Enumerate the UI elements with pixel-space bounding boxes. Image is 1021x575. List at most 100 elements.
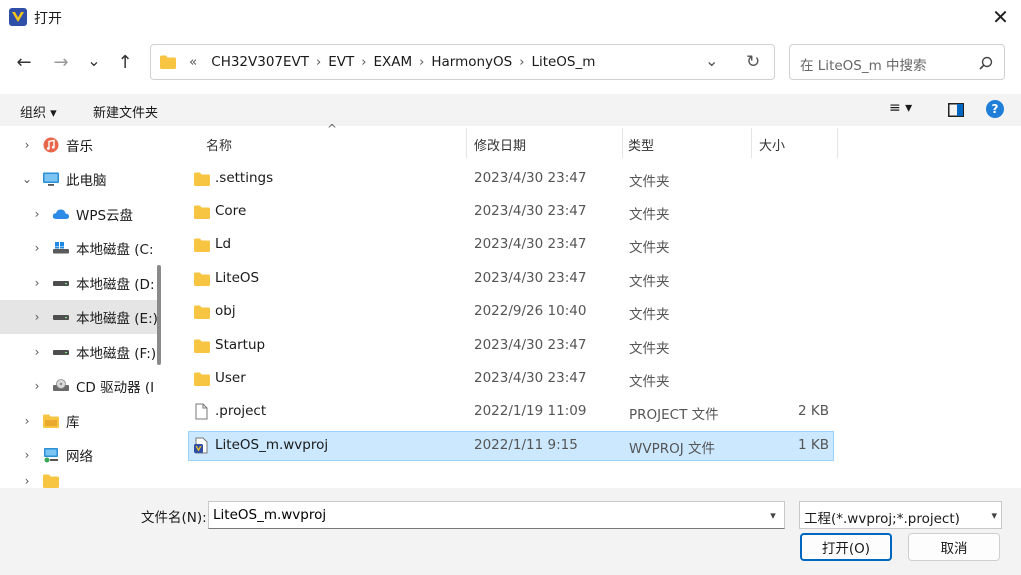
chevron-right-icon[interactable]: ›	[30, 345, 44, 359]
filename-history-chevron-icon[interactable]: ▾	[762, 502, 784, 528]
document-icon	[195, 403, 208, 420]
view-options-button[interactable]: ≡ ▾	[889, 100, 912, 116]
file-type-filter-value: 工程(*.wvproj;*.project)	[804, 511, 960, 527]
column-divider[interactable]	[837, 128, 838, 158]
sidebar-scrollbar[interactable]	[157, 265, 161, 365]
sidebar-item-drive-f[interactable]: › 本地磁盘 (F:)	[0, 335, 160, 369]
file-row[interactable]: Core 2023/4/30 23:47 文件夹	[188, 197, 834, 227]
file-date: 2023/4/30 23:47	[474, 270, 587, 286]
column-divider[interactable]	[622, 128, 623, 158]
sidebar-item-label: WPS云盘	[76, 208, 134, 224]
chevron-right-icon[interactable]: ›	[20, 448, 34, 462]
sidebar-item-music[interactable]: › 音乐	[0, 128, 160, 162]
file-type-filter[interactable]: 工程(*.wvproj;*.project) ▾	[799, 501, 1002, 529]
file-type: 文件夹	[629, 207, 670, 223]
up-arrow-icon: ↑	[117, 51, 133, 73]
sort-ascending-icon: ^	[327, 122, 338, 136]
file-row[interactable]: User 2023/4/30 23:47 文件夹	[188, 364, 834, 394]
sidebar-item-this-pc[interactable]: ⌄ 此电脑	[0, 162, 160, 196]
search-icon[interactable]	[979, 56, 993, 70]
file-row[interactable]: LiteOS 2023/4/30 23:47 文件夹	[188, 264, 834, 294]
address-bar[interactable]: « CH32V307EVT › EVT › EXAM › HarmonyOS ›…	[150, 44, 775, 80]
cancel-button[interactable]: 取消	[908, 533, 1000, 561]
chevron-right-icon[interactable]: ›	[20, 414, 34, 428]
back-arrow-icon: ←	[16, 51, 32, 73]
sidebar-item-drive-e[interactable]: › 本地磁盘 (E:)	[0, 300, 160, 334]
folder-icon	[43, 474, 59, 488]
close-button[interactable]: ✕	[980, 0, 1021, 34]
forward-button[interactable]: →	[47, 48, 75, 76]
file-list: ^ 名称 修改日期 类型 大小 .settings 2023/4/30 23:4…	[170, 122, 1021, 488]
search-box[interactable]: 在 LiteOS_m 中搜索	[789, 44, 1005, 80]
file-name: Core	[215, 203, 247, 219]
chevron-right-icon[interactable]: ›	[30, 241, 44, 255]
breadcrumb-item-current[interactable]: LiteOS_m	[524, 54, 602, 70]
sidebar-item-drive-d[interactable]: › 本地磁盘 (D:	[0, 266, 160, 300]
preview-pane-icon[interactable]	[948, 103, 964, 117]
search-input[interactable]: 在 LiteOS_m 中搜索	[800, 54, 927, 74]
recent-locations-button[interactable]: ⌄	[80, 46, 108, 74]
filename-label: 文件名(N):	[141, 510, 207, 526]
column-divider[interactable]	[466, 128, 467, 158]
chevron-right-icon[interactable]: ›	[30, 207, 44, 221]
up-button[interactable]: ↑	[111, 48, 139, 76]
cloud-icon	[52, 209, 70, 219]
sidebar-item-drive-c[interactable]: › 本地磁盘 (C:	[0, 231, 160, 265]
window-title: 打开	[34, 11, 62, 27]
file-date: 2022/1/11 9:15	[474, 437, 578, 453]
file-row[interactable]: .settings 2023/4/30 23:47 文件夹	[188, 164, 834, 194]
file-type: 文件夹	[629, 274, 670, 290]
sidebar-item-wps-cloud[interactable]: › WPS云盘	[0, 197, 160, 231]
sidebar-item-label: 音乐	[66, 139, 93, 155]
file-date: 2022/9/26 10:40	[474, 303, 587, 319]
open-button-label: 打开(O)	[821, 541, 871, 557]
file-row[interactable]: Ld 2023/4/30 23:47 文件夹	[188, 230, 834, 260]
new-folder-button[interactable]: 新建文件夹	[93, 102, 158, 121]
sidebar-item-library[interactable]: › 库	[0, 404, 160, 438]
open-button[interactable]: 打开(O)	[800, 533, 892, 561]
back-button[interactable]: ←	[10, 48, 38, 76]
cd-drive-icon	[53, 379, 69, 391]
file-name: .settings	[215, 170, 274, 186]
breadcrumb-item[interactable]: CH32V307EVT	[204, 54, 316, 70]
command-bar: 组织 ▾ 新建文件夹 ≡ ▾ ?	[0, 94, 1021, 126]
folder-icon	[194, 372, 210, 386]
file-name: .project	[215, 403, 267, 419]
file-type: 文件夹	[629, 174, 670, 190]
sidebar-item-cd-drive[interactable]: › CD 驱动器 (I	[0, 369, 160, 403]
chevron-right-icon[interactable]: ›	[30, 276, 44, 290]
refresh-icon[interactable]: ↻	[746, 52, 760, 72]
folder-icon	[194, 272, 210, 286]
file-date: 2023/4/30 23:47	[474, 170, 587, 186]
column-divider[interactable]	[751, 128, 752, 158]
breadcrumb-item[interactable]: EVT	[321, 54, 361, 70]
chevron-right-icon[interactable]: ›	[30, 310, 44, 324]
filename-input[interactable]	[208, 501, 785, 529]
forward-arrow-icon: →	[53, 51, 69, 73]
network-icon	[44, 448, 58, 463]
folder-icon	[194, 305, 210, 319]
column-header-name[interactable]: 名称	[206, 135, 232, 154]
chevron-right-icon: ›	[24, 473, 30, 488]
file-row-selected[interactable]: LiteOS_m.wvproj 2022/1/11 9:15 WVPROJ 文件…	[188, 431, 834, 461]
file-row[interactable]: Startup 2023/4/30 23:47 文件夹	[188, 331, 834, 361]
sidebar-item-network[interactable]: › 网络	[0, 438, 160, 472]
chevron-right-icon[interactable]: ›	[20, 138, 34, 152]
column-header-date[interactable]: 修改日期	[474, 135, 526, 154]
chevron-right-icon[interactable]: ›	[30, 379, 44, 393]
file-row[interactable]: .project 2022/1/19 11:09 PROJECT 文件 2 KB	[188, 397, 834, 427]
address-history-chevron-icon[interactable]: ⌄	[705, 51, 718, 70]
breadcrumb-item[interactable]: HarmonyOS	[424, 54, 519, 70]
file-name: LiteOS_m.wvproj	[215, 437, 329, 453]
column-header-size[interactable]: 大小	[759, 135, 785, 154]
column-header-type[interactable]: 类型	[628, 135, 654, 154]
help-icon[interactable]: ?	[986, 100, 1004, 118]
breadcrumb-overflow[interactable]: «	[189, 54, 204, 70]
file-row[interactable]: obj 2022/9/26 10:40 文件夹	[188, 297, 834, 327]
library-icon	[43, 414, 59, 428]
file-name: obj	[215, 303, 236, 319]
chevron-down-icon[interactable]: ⌄	[20, 172, 34, 186]
folder-icon	[160, 55, 176, 69]
breadcrumb-item[interactable]: EXAM	[366, 54, 419, 70]
organize-menu-button[interactable]: 组织 ▾	[20, 102, 57, 121]
